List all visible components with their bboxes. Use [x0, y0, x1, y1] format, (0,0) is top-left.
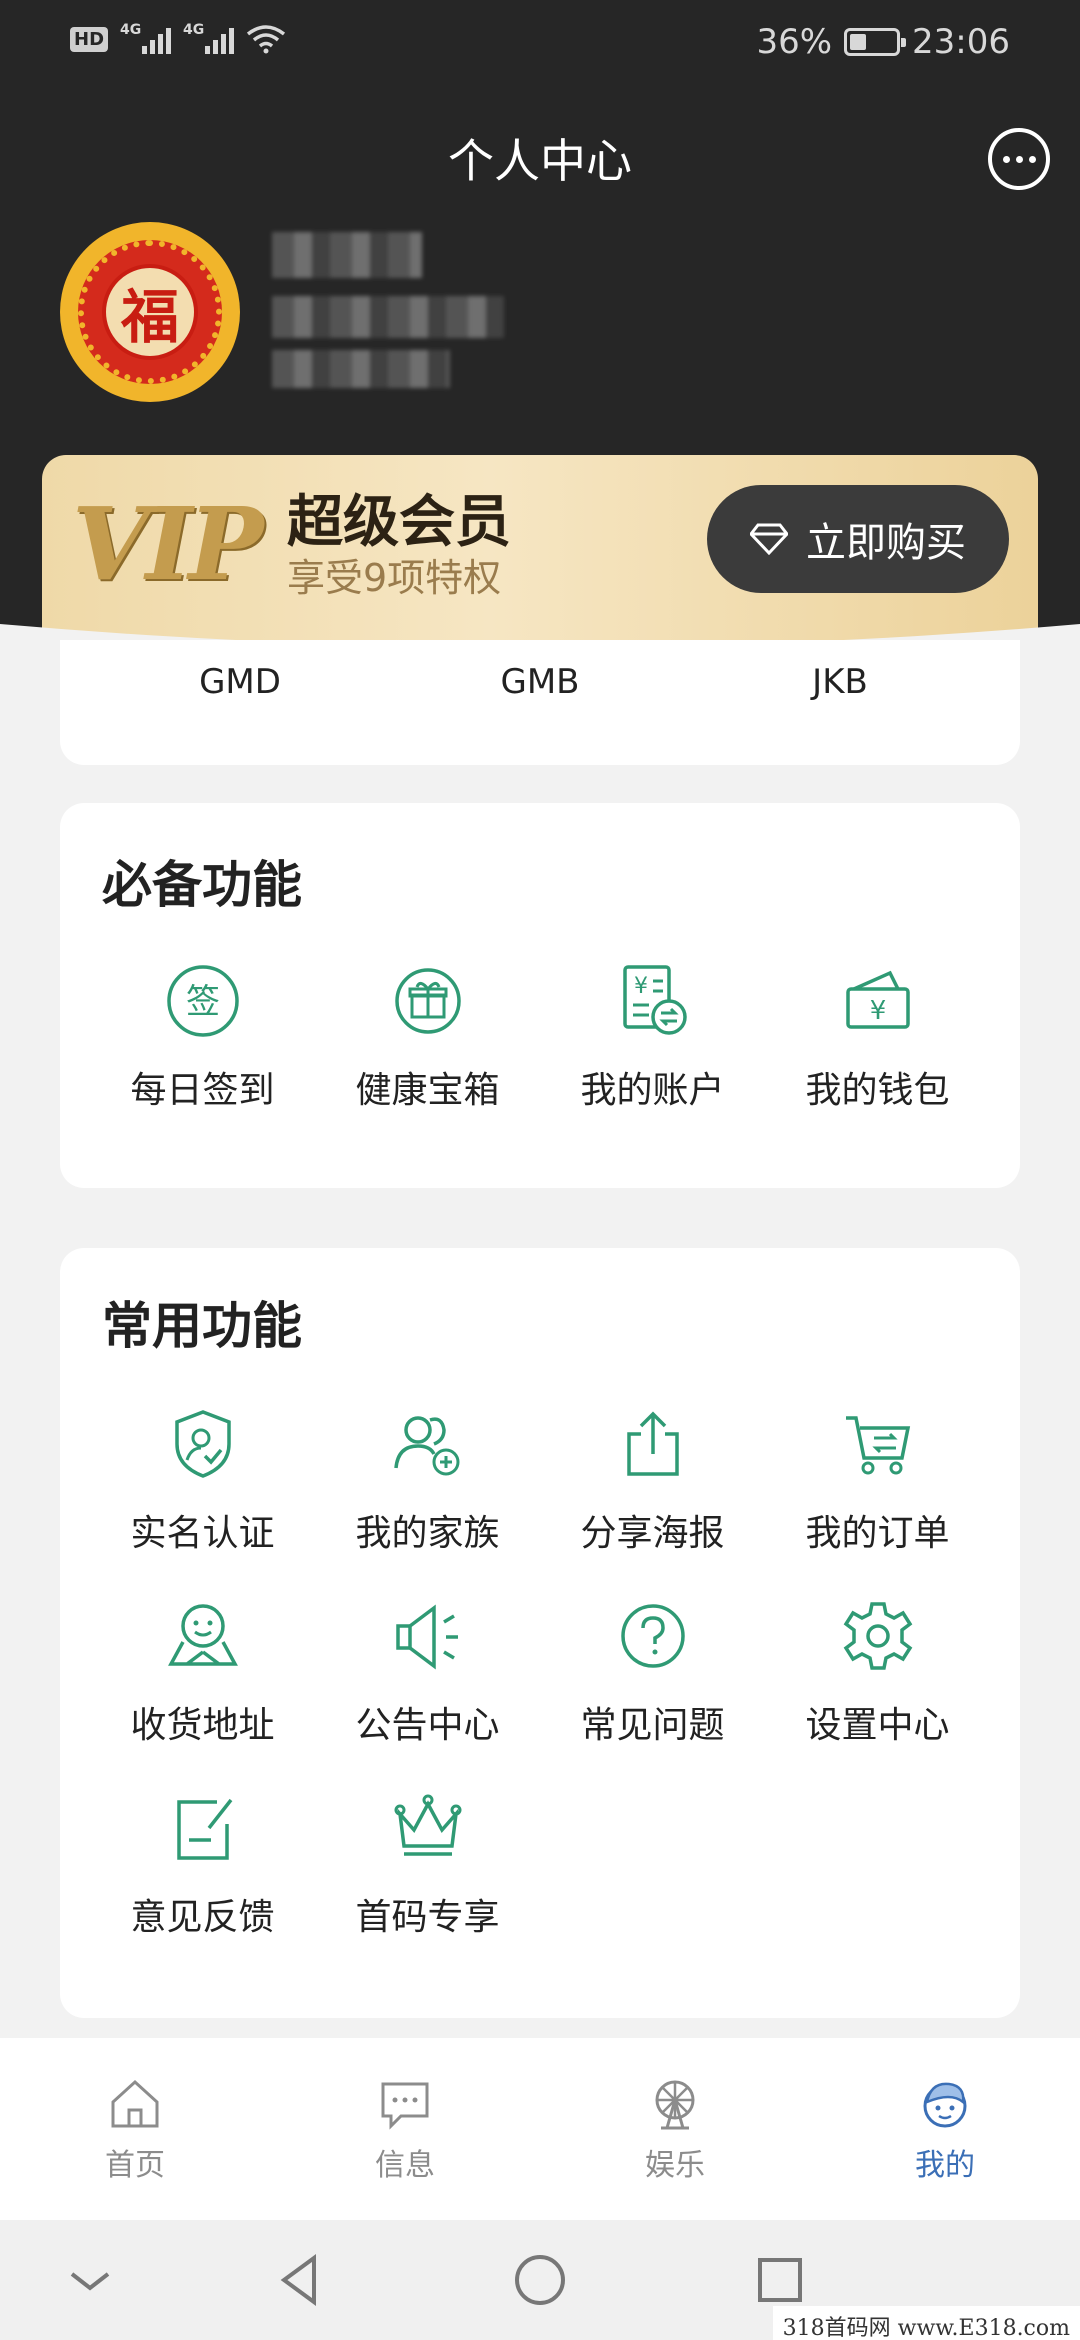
page-title: 个人中心: [448, 134, 632, 188]
battery-percent: 36%: [756, 22, 833, 62]
share-poster-button[interactable]: 分享海报: [540, 1406, 765, 1556]
signal-icon: 4G: [120, 22, 172, 54]
question-icon: [620, 1604, 685, 1668]
watermark: 318首码网 www.E318.com: [772, 2306, 1080, 2340]
real-name-verify-button[interactable]: 实名认证: [90, 1406, 315, 1556]
first-code-exclusive-button[interactable]: 首码专享: [315, 1790, 540, 1940]
tab-mine[interactable]: 我的: [845, 2076, 1045, 2184]
username-blurred: [272, 232, 422, 278]
shipping-address-button[interactable]: 收货地址: [90, 1598, 315, 1748]
home-icon: [111, 2079, 159, 2128]
coin-gmd[interactable]: GMD: [140, 662, 340, 702]
health-box-button[interactable]: 健康宝箱: [315, 963, 540, 1113]
my-wallet-button[interactable]: ¥ 我的钱包: [765, 963, 990, 1113]
ferris-wheel-icon: [655, 2080, 695, 2130]
tab-home[interactable]: 首页: [35, 2076, 235, 2184]
buy-now-label: 立即购买: [806, 520, 966, 566]
vip-subtitle: 享受9项特权: [287, 556, 502, 600]
diamond-icon: [750, 523, 788, 555]
feedback-icon: [176, 1798, 232, 1860]
recents-icon[interactable]: [750, 2250, 810, 2310]
faq-button[interactable]: 常见问题: [540, 1598, 765, 1748]
back-icon[interactable]: [270, 2250, 330, 2310]
address-icon: [167, 1604, 238, 1666]
clock: 23:06: [912, 22, 1010, 62]
battery-icon: [844, 28, 907, 56]
phone-blurred: [272, 296, 504, 338]
buy-now-button[interactable]: 立即购买: [707, 485, 1009, 593]
vip-title: 超级会员: [287, 490, 511, 555]
gift-box-icon: [394, 968, 461, 1034]
my-account-button[interactable]: ¥ 我的账户: [540, 963, 765, 1113]
home-circle-icon[interactable]: [510, 2250, 570, 2310]
wifi-icon: [246, 25, 286, 54]
bottom-nav: 首页 信息 娱乐 我的: [0, 2038, 1080, 2220]
settings-center-button[interactable]: 设置中心: [765, 1598, 990, 1748]
avatar[interactable]: 福: [60, 222, 240, 402]
tab-entertainment[interactable]: 娱乐: [575, 2076, 775, 2184]
section-title: 必备功能: [102, 856, 302, 914]
avatar-fu-character: 福: [102, 264, 198, 360]
feedback-button[interactable]: 意见反馈: [90, 1790, 315, 1940]
daily-checkin-button[interactable]: 签 每日签到: [90, 963, 315, 1113]
message-icon: [381, 2082, 429, 2130]
coin-gmb[interactable]: GMB: [440, 662, 640, 702]
svg-text:¥: ¥: [869, 996, 886, 1026]
tab-messages[interactable]: 信息: [305, 2076, 505, 2184]
section-title: 常用功能: [102, 1297, 302, 1355]
hd-badge: HD: [70, 26, 109, 52]
signal-icon: 4G: [183, 22, 235, 54]
status-bar: HD 4G 4G 36% 23:06: [0, 0, 1080, 90]
settings-gear-icon: [843, 1602, 912, 1670]
my-family-button[interactable]: 我的家族: [315, 1406, 540, 1556]
crown-icon: [394, 1794, 461, 1856]
id-blurred: [272, 350, 450, 388]
family-icon: [393, 1416, 459, 1476]
wallet-icon: ¥: [845, 970, 910, 1029]
essential-functions-card: 必备功能 签 每日签到 健康宝箱 ¥ 我的账户 ¥ 我的钱包: [60, 803, 1020, 1188]
coin-card: GMD GMB JKB: [60, 640, 1020, 765]
checkin-icon: 签: [166, 965, 239, 1037]
collapse-chevron-icon[interactable]: [60, 2250, 120, 2310]
common-functions-card: 常用功能 实名认证 我的家族 分享海报 我的订单 收货地址 公告中心 常见问题 …: [60, 1248, 1020, 2018]
coin-jkb[interactable]: JKB: [740, 662, 940, 702]
share-icon: [626, 1411, 679, 1476]
announcement-center-button[interactable]: 公告中心: [315, 1598, 540, 1748]
profile-face-icon: [923, 2082, 967, 2128]
cart-icon: [845, 1416, 910, 1475]
verify-shield-icon: [174, 1410, 231, 1478]
vip-logo: VIP: [72, 485, 264, 603]
my-orders-button[interactable]: 我的订单: [765, 1406, 990, 1556]
more-dots-icon[interactable]: [988, 128, 1050, 190]
svg-text:¥: ¥: [634, 974, 648, 999]
svg-text:签: 签: [186, 982, 220, 1022]
account-icon: ¥: [622, 965, 687, 1035]
megaphone-icon: [395, 1604, 458, 1670]
